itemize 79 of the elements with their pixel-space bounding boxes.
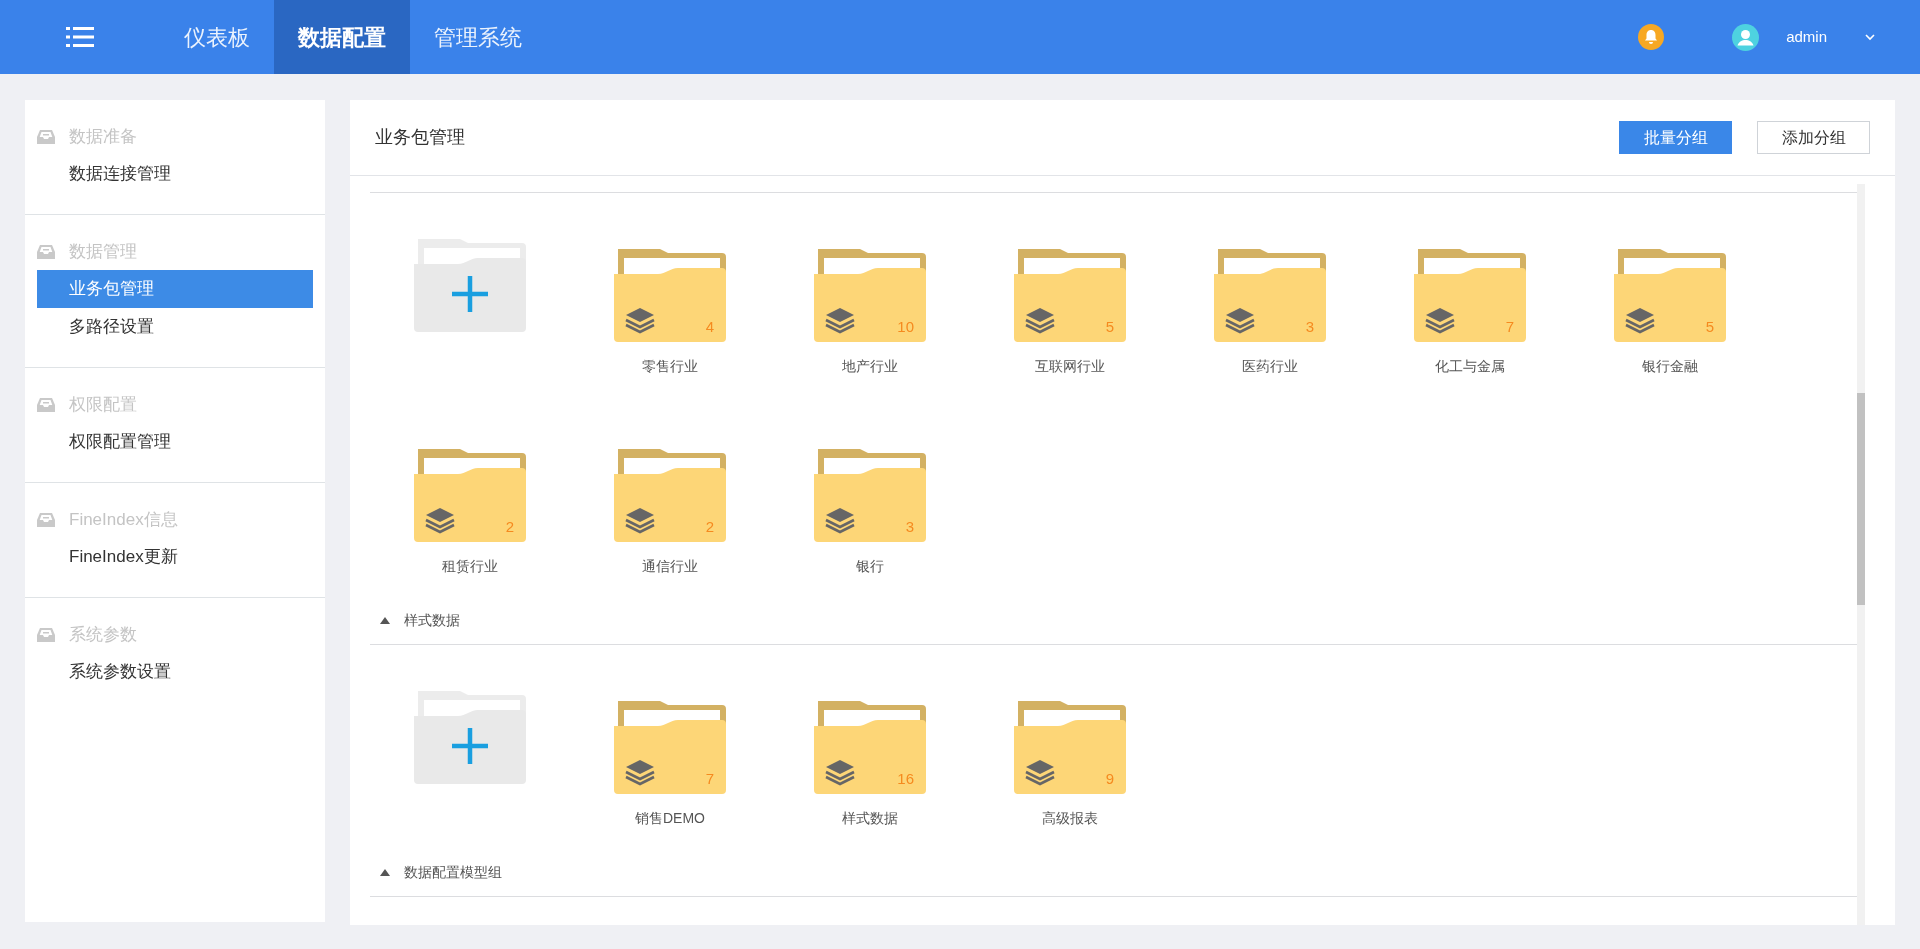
folder-label[interactable]: 医药行业 [1242, 356, 1298, 377]
folder-icon [414, 446, 526, 542]
item-count: 16 [897, 771, 914, 786]
folder-label[interactable]: 银行金融 [1642, 356, 1698, 377]
item-count: 5 [1705, 319, 1714, 334]
menu-icon[interactable] [66, 26, 94, 48]
layers-icon [825, 307, 855, 334]
sidebar-item[interactable]: 数据连接管理 [37, 155, 313, 193]
folder-icon [814, 698, 926, 794]
item-count: 7 [1505, 319, 1514, 334]
item-count: 9 [1105, 771, 1114, 786]
sidebar-group-title: 系统参数 [69, 623, 137, 646]
inbox-icon [37, 128, 55, 145]
folder-label[interactable]: 高级报表 [1042, 808, 1098, 829]
item-count: 2 [705, 519, 714, 534]
sidebar-group-title: FineIndex信息 [69, 508, 178, 531]
folder-label[interactable]: 租赁行业 [442, 556, 498, 577]
folder-icon [814, 446, 926, 542]
folder-icon [1014, 246, 1126, 342]
sidebar-item[interactable]: 权限配置管理 [37, 423, 313, 461]
folder-label[interactable]: 通信行业 [642, 556, 698, 577]
sidebar-group-title: 权限配置 [69, 393, 137, 416]
folder-icon [814, 246, 926, 342]
layers-icon [1225, 307, 1255, 334]
folder-icon [614, 446, 726, 542]
page-title: 业务包管理 [375, 126, 465, 149]
folder-label[interactable]: 销售DEMO [635, 808, 705, 829]
sidebar-item[interactable]: 多路径设置 [37, 308, 313, 346]
inbox-icon [37, 511, 55, 528]
collapse-triangle-icon[interactable] [380, 868, 390, 876]
add-folder-button[interactable] [414, 236, 526, 332]
inbox-icon [37, 243, 55, 260]
group-button[interactable]: 批量分组 [1619, 121, 1732, 154]
folder-label[interactable]: 零售行业 [642, 356, 698, 377]
folder-label[interactable]: 互联网行业 [1035, 356, 1105, 377]
sidebar-item[interactable]: FineIndex更新 [37, 538, 313, 576]
group-button[interactable]: 添加分组 [1757, 121, 1870, 154]
item-count: 10 [897, 319, 914, 334]
bell-icon[interactable] [1638, 24, 1665, 50]
sidebar-item[interactable]: 系统参数设置 [37, 653, 313, 691]
item-count: 5 [1105, 319, 1114, 334]
sidebar-group-title: 数据管理 [69, 240, 137, 263]
layers-icon [825, 507, 855, 534]
folder-icon [1414, 246, 1526, 342]
add-folder-button[interactable] [414, 688, 526, 784]
folder-label[interactable]: 样式数据 [842, 808, 898, 829]
sidebar-group-title: 数据准备 [69, 125, 137, 148]
folder-icon [614, 698, 726, 794]
layers-icon [825, 759, 855, 786]
layers-icon [1025, 307, 1055, 334]
nav-tab[interactable]: 数据配置 [274, 0, 410, 74]
folder-icon [1214, 246, 1326, 342]
user-name[interactable]: admin [1786, 25, 1827, 49]
folder-icon [1614, 246, 1726, 342]
folder-icon [1014, 698, 1126, 794]
layers-icon [1025, 759, 1055, 786]
item-count: 7 [705, 771, 714, 786]
folder-label[interactable]: 银行 [856, 556, 884, 577]
section-title[interactable]: 样式数据 [404, 609, 460, 631]
layers-icon [625, 507, 655, 534]
avatar-icon[interactable] [1732, 23, 1760, 51]
layers-icon [1625, 307, 1655, 334]
scrollbar-thumb[interactable] [1857, 393, 1865, 605]
item-count: 3 [905, 519, 914, 534]
folder-label[interactable]: 化工与金属 [1435, 356, 1505, 377]
layers-icon [425, 507, 455, 534]
item-count: 3 [1305, 319, 1314, 334]
caret-down-icon[interactable] [1865, 33, 1875, 41]
inbox-icon [37, 626, 55, 643]
collapse-triangle-icon[interactable] [380, 616, 390, 624]
inbox-icon [37, 396, 55, 413]
folder-icon [614, 246, 726, 342]
layers-icon [625, 759, 655, 786]
layers-icon [625, 307, 655, 334]
item-count: 2 [505, 519, 514, 534]
section-title[interactable]: 数据配置模型组 [404, 861, 502, 883]
folder-label[interactable]: 地产行业 [842, 356, 898, 377]
layers-icon [1425, 307, 1455, 334]
item-count: 4 [705, 319, 714, 334]
